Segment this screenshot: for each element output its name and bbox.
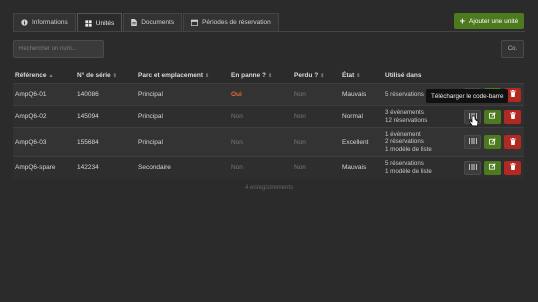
cell-park: Secondaire [138,164,171,172]
edit-button[interactable] [484,135,501,149]
edit-icon [489,137,496,147]
tab-label: Documents [141,19,175,26]
tab-unites[interactable]: Unités [76,13,123,32]
edit-button[interactable] [484,160,501,175]
cell-state: Excellent [342,138,369,146]
hand-cursor-icon [469,115,479,129]
cell-state: Normal [342,113,363,120]
usage-line: 1 événement [385,130,421,138]
usage-line: 5 réservations [385,160,424,168]
usage-line: 1 modèle de liste [385,167,432,175]
edit-button[interactable] [484,109,501,124]
barcode-icon [468,163,477,172]
delete-button[interactable] [504,160,521,175]
cell-reference: AmpQ6-02 [15,113,47,120]
tab-informations[interactable]: Informations [13,13,76,31]
cell-state: Mauvais [342,164,367,172]
barcode-tooltip: Télécharger le code-barre [426,89,509,103]
cell-state: Mauvais [342,91,367,98]
sort-icon: ⇕ [320,72,325,79]
cell-usage: 3 événements 12 réservations [383,106,454,128]
units-table: Référence ▲ N° de série ⇕ Parc et emplacem… [13,67,524,179]
barcode-button[interactable] [464,135,481,149]
cell-park: Principal [138,91,163,98]
tab-documents[interactable]: Documents [123,13,183,31]
records-count: 4 enregistrements [244,185,294,191]
cell-lost: Non [294,164,306,172]
cell-serial: 145094 [77,113,99,120]
grid-icon [85,19,92,27]
header-broken[interactable]: En panne ? ⇕ [229,67,292,84]
header-actions [454,67,524,84]
trash-icon [509,137,516,147]
cell-lost: Non [294,138,306,146]
table-header-row: Référence ▲ N° de série ⇕ Parc et emplacem… [13,67,524,84]
document-icon [131,19,138,26]
cell-serial: 142234 [77,164,99,172]
tab-periodes[interactable]: Périodes de réservation [183,13,279,31]
header-lost[interactable]: Perdu ? ⇕ [292,67,340,84]
cell-actions [454,106,524,128]
usage-line: 12 réservations [385,116,428,124]
table-row: AmpQ6-03 155684 Principal Non Non Excell… [13,127,524,157]
sort-icon: ▲ [48,72,54,79]
sort-icon: ⇕ [112,72,117,79]
cell-actions [454,128,524,157]
edit-icon [489,163,496,172]
cell-usage: 1 événement 2 réservations 1 modèle de l… [383,128,454,157]
header-usage: Utilisé dans [385,71,422,79]
cell-reference: AmpQ6-01 [15,91,47,98]
tab-bar: Informations Unités Documents Périodes d… [13,13,280,32]
header-state[interactable]: État ⇕ [340,67,383,84]
columns-label: Co. [507,46,518,52]
cell-park: Principal [138,138,163,146]
usage-line: 2 réservations [385,138,424,146]
columns-button[interactable]: Co. [501,40,524,58]
sort-icon: ⇕ [356,72,361,79]
add-unit-button[interactable]: + Ajouter une unité [454,13,524,29]
header-reference[interactable]: Référence ▲ [13,67,75,84]
edit-icon [489,112,496,121]
tab-label: Unités [95,19,115,27]
trash-icon [509,163,516,172]
header-serial[interactable]: N° de série ⇕ [75,67,136,84]
barcode-icon [468,138,477,146]
calendar-icon [191,19,199,26]
delete-button[interactable] [504,135,521,149]
sort-icon: ⇕ [268,72,273,79]
cell-lost: Non [294,91,306,98]
table-row: AmpQ6-02 145094 Principal Non Non Normal… [13,105,524,128]
barcode-button[interactable] [464,160,481,175]
plus-icon: + [459,15,466,26]
cell-serial: 155684 [77,138,99,146]
search-input[interactable] [13,40,104,58]
header-park[interactable]: Parc et emplacement ⇕ [136,67,229,84]
cell-serial: 140086 [77,91,99,98]
trash-icon [509,112,516,121]
tab-divider [13,31,525,32]
cell-lost: Non [294,113,306,120]
usage-line: 1 modèle de liste [385,145,432,153]
tab-label: Périodes de réservation [202,19,271,26]
cell-reference: AmpQ6-spare [15,164,56,172]
cell-park: Principal [138,113,163,120]
info-icon [21,19,28,26]
delete-button[interactable] [504,109,521,124]
cell-broken: Oui [231,91,242,98]
cell-usage: 5 réservations 1 modèle de liste [383,157,454,179]
usage-line: 3 événements [385,109,424,116]
trash-icon [509,90,516,99]
add-unit-label: Ajouter une unité [469,17,519,25]
cell-broken: Non [231,138,243,146]
cell-broken: Non [231,164,243,172]
table-row: AmpQ6-spare 142234 Secondaire Non Non Ma… [13,156,524,179]
sort-icon: ⇕ [205,72,210,79]
cell-broken: Non [231,113,243,120]
cell-actions [454,157,524,179]
cell-reference: AmpQ6-03 [15,138,47,146]
tab-label: Informations [32,19,68,26]
